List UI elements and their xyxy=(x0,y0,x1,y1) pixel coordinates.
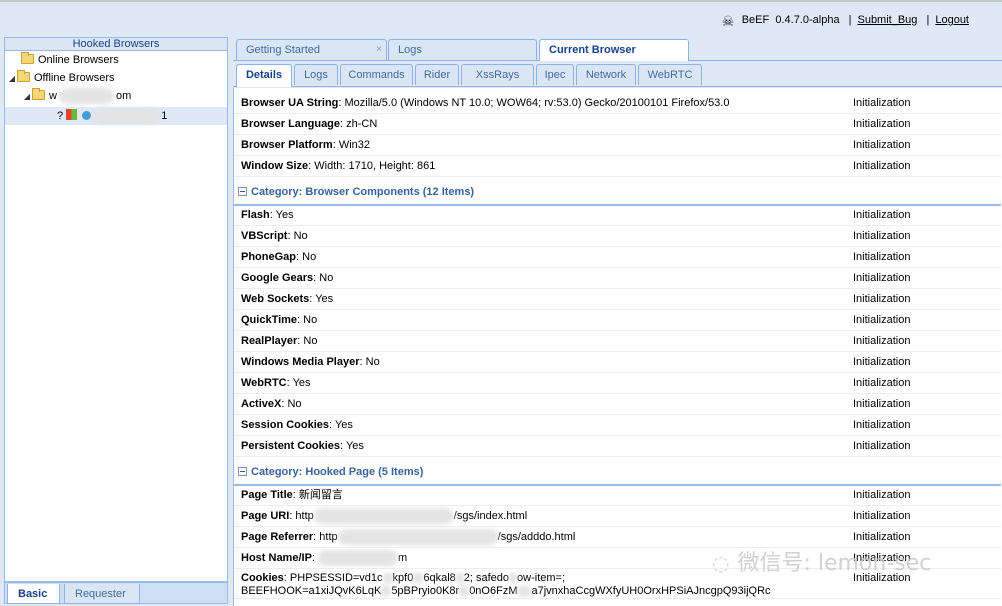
left-tab-bar: Basic Requester xyxy=(4,582,228,604)
tab-webrtc[interactable]: WebRTC xyxy=(638,64,702,85)
wechat-watermark: ◌ 微信号: lemon-sec xyxy=(712,551,932,576)
detail-row: Google Gears: No Initialization xyxy=(234,268,1001,289)
app-version: 0.4.7.0-alpha xyxy=(775,14,840,26)
tree-node-online[interactable]: Online Browsers xyxy=(11,51,119,69)
collapse-icon[interactable] xyxy=(238,467,247,476)
tab-ipec[interactable]: Ipec xyxy=(536,64,574,85)
submit-bug-link[interactable]: Submit_Bug xyxy=(857,14,917,26)
detail-row: Browser Platform: Win32 Initialization xyxy=(234,135,1001,156)
tab-basic[interactable]: Basic xyxy=(7,584,60,604)
detail-row: Windows Media Player: No Initialization xyxy=(234,352,1001,373)
redacted-host xyxy=(318,550,399,567)
detail-row: Web Sockets: Yes Initialization xyxy=(234,289,1001,310)
tab-logs[interactable]: Logs xyxy=(388,39,537,60)
main-tab-bar: Getting Started × Logs Current Browser xyxy=(233,37,1002,61)
tab-details[interactable]: Details xyxy=(236,64,292,87)
folder-icon xyxy=(17,70,30,82)
redacted-url xyxy=(313,508,454,525)
app-name: BeEF xyxy=(741,14,770,26)
tree-node-offline[interactable]: ◢ Offline Browsers xyxy=(7,69,115,87)
tab-getting-started[interactable]: Getting Started × xyxy=(236,39,387,60)
separator: | xyxy=(848,14,852,26)
redacted-hostname xyxy=(58,88,114,105)
detail-status: Initialization xyxy=(853,97,911,109)
logout-link[interactable]: Logout xyxy=(935,14,969,26)
detail-row: RealPlayer: No Initialization xyxy=(234,331,1001,352)
tab-requester[interactable]: Requester xyxy=(64,584,140,604)
detail-key: Browser UA String xyxy=(241,97,339,109)
tree-node-host[interactable]: ◢ w om xyxy=(22,87,131,105)
folder-icon xyxy=(21,52,34,64)
tab-current-browser[interactable]: Current Browser xyxy=(539,39,689,61)
panel-title: Hooked Browsers xyxy=(5,38,227,51)
detail-row: PhoneGap: No Initialization xyxy=(234,247,1001,268)
detail-row: Persistent Cookies: Yes Initialization xyxy=(234,436,1001,457)
detail-row: Page Title: 新闻留言 Initialization xyxy=(234,485,1001,506)
detail-row: QuickTime: No Initialization xyxy=(234,310,1001,331)
detail-value: Mozilla/5.0 (Windows NT 10.0; WOW64; rv:… xyxy=(344,97,730,109)
separator: | xyxy=(926,14,930,26)
wechat-icon: ◌ xyxy=(712,551,730,575)
tab-commands[interactable]: Commands xyxy=(340,64,413,85)
tab-xssrays[interactable]: XssRays xyxy=(461,64,534,85)
detail-row: WebRTC: Yes Initialization xyxy=(234,373,1001,394)
browser-sub-tab-bar: Details Logs Commands Rider XssRays Ipec… xyxy=(233,61,1002,87)
detail-row: Browser UA String: Mozilla/5.0 (Windows … xyxy=(234,93,1001,114)
detail-row: ActiveX: No Initialization xyxy=(234,394,1001,415)
detail-row: Page URI: http/sgs/index.html Initializa… xyxy=(234,506,1001,527)
windows-icon xyxy=(66,109,78,120)
tab-logs-sub[interactable]: Logs xyxy=(294,64,338,85)
detail-row: VBScript: No Initialization xyxy=(234,226,1001,247)
detail-row: Session Cookies: Yes Initialization xyxy=(234,415,1001,436)
firefox-icon xyxy=(82,111,92,120)
details-grid: Browser UA String: Mozilla/5.0 (Windows … xyxy=(233,88,1002,606)
expanded-arrow-icon[interactable]: ◢ xyxy=(22,88,32,106)
detail-row: Window Size: Width: 1710, Height: 861 In… xyxy=(234,156,1001,177)
redacted-ip xyxy=(93,108,160,125)
top-bar: ☠ BeEF 0.4.7.0-alpha | Submit_Bug | Logout xyxy=(0,0,1002,36)
redacted-url xyxy=(337,529,498,546)
beef-logo-icon: ☠ xyxy=(721,13,735,29)
detail-row: Browser Language: zh-CN Initialization xyxy=(234,114,1001,135)
hooked-browsers-panel: Hooked Browsers Online Browsers ◢ Offline… xyxy=(4,37,228,582)
category-header-components[interactable]: Category: Browser Components (12 Items) xyxy=(234,179,1001,206)
category-header-hooked-page[interactable]: Category: Hooked Page (5 Items) xyxy=(234,459,1001,486)
header-links: ☠ BeEF 0.4.7.0-alpha | Submit_Bug | Logout xyxy=(722,14,969,28)
tree-node-browser[interactable]: ? 1 xyxy=(5,107,227,125)
tab-rider[interactable]: Rider xyxy=(415,64,459,85)
detail-row: Flash: Yes Initialization xyxy=(234,205,1001,226)
expanded-arrow-icon[interactable]: ◢ xyxy=(7,70,17,88)
folder-icon xyxy=(32,88,45,100)
collapse-icon[interactable] xyxy=(238,187,247,196)
close-icon[interactable]: × xyxy=(376,40,382,60)
tab-network[interactable]: Network xyxy=(576,64,636,85)
